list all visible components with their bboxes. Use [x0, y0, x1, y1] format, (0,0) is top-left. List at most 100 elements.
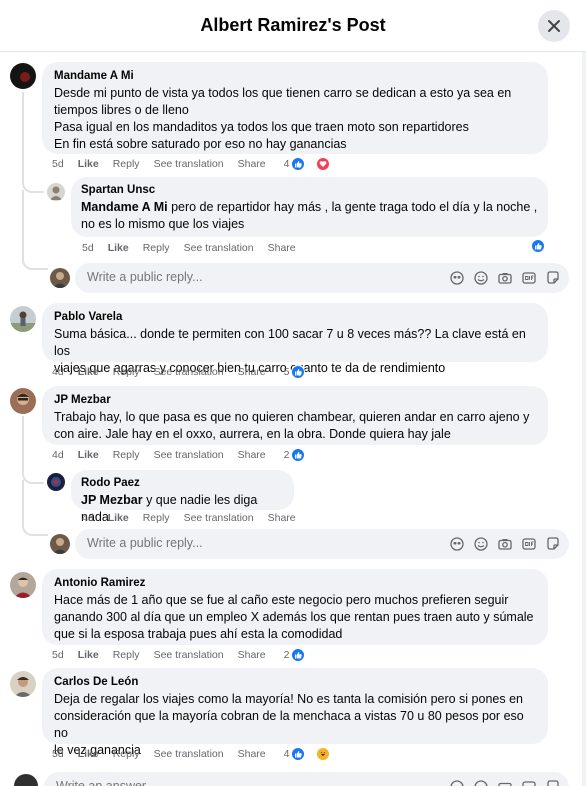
avatar-sticker-icon[interactable] — [449, 536, 465, 552]
scrollbar[interactable] — [582, 52, 586, 786]
current-user-avatar — [14, 774, 38, 786]
composer-icons — [441, 779, 561, 786]
comment-line: Hace más de 1 año que se fue al caño est… — [54, 593, 509, 607]
share-button[interactable]: Share — [238, 366, 266, 378]
reply-button[interactable]: Reply — [113, 366, 140, 378]
comment-bubble: JP Mezbar Trabajo hay, lo que pasa es qu… — [42, 386, 548, 445]
share-button[interactable]: Share — [238, 748, 266, 760]
comment-bubble: Pablo Varela Suma básica... donde te per… — [42, 303, 548, 375]
like-reaction-icon — [291, 448, 306, 462]
like-reaction-icon — [291, 157, 306, 171]
comment-timestamp[interactable]: 5d — [82, 242, 94, 254]
mention-link[interactable]: JP Mezbar — [81, 493, 143, 507]
comment-timestamp[interactable]: 5d — [52, 649, 64, 661]
camera-icon[interactable] — [497, 270, 513, 286]
emoji-icon[interactable] — [473, 536, 489, 552]
comment-timestamp[interactable]: 4d — [52, 449, 64, 461]
see-translation-link[interactable]: See translation — [184, 242, 254, 254]
answer-input[interactable] — [56, 779, 356, 786]
reply-line: pero de repartidor hay más , la gente tr… — [167, 200, 538, 214]
reply-author[interactable]: Spartan Unsc — [81, 183, 538, 197]
share-button[interactable]: Share — [238, 449, 266, 461]
avatar[interactable] — [47, 183, 65, 201]
comment-actions: 5d Like Reply See translation Share 4 — [52, 156, 358, 172]
see-translation-link[interactable]: See translation — [154, 366, 224, 378]
sticker-icon[interactable] — [545, 270, 561, 286]
like-button[interactable]: Like — [78, 748, 99, 760]
emoji-icon[interactable] — [473, 779, 489, 786]
gif-icon[interactable] — [521, 536, 537, 552]
camera-icon[interactable] — [497, 536, 513, 552]
reply-input[interactable] — [87, 270, 387, 284]
reply-composer — [75, 529, 569, 559]
emoji-icon[interactable] — [473, 270, 489, 286]
reply-button[interactable]: Reply — [113, 649, 140, 661]
gif-icon[interactable] — [521, 270, 537, 286]
comment-line: Trabajo hay, lo que pasa es que no quier… — [54, 410, 530, 424]
reaction-summary[interactable]: 2 — [284, 648, 320, 662]
avatar[interactable] — [47, 473, 65, 491]
post-dialog-header: Albert Ramirez's Post — [0, 0, 586, 52]
comment-timestamp[interactable]: 4d — [52, 366, 64, 378]
comment-actions: 5d Like Reply See translation Share 2 — [52, 647, 333, 663]
avatar-sticker-icon[interactable] — [449, 779, 465, 786]
share-button[interactable]: Share — [238, 158, 266, 170]
close-button[interactable] — [538, 10, 570, 42]
reaction-summary[interactable]: 5 — [284, 365, 320, 379]
avatar-sticker-icon[interactable] — [449, 270, 465, 286]
see-translation-link[interactable]: See translation — [154, 158, 224, 170]
comment-author[interactable]: Pablo Varela — [54, 310, 536, 324]
reaction-summary[interactable]: 4 — [284, 157, 345, 171]
mention-link[interactable]: Mandame A Mi — [81, 200, 168, 214]
like-button[interactable]: Like — [78, 649, 99, 661]
current-user-avatar — [50, 534, 70, 554]
see-translation-link[interactable]: See translation — [154, 649, 224, 661]
reaction-count: 4 — [283, 158, 290, 170]
comment-timestamp[interactable]: 5d — [52, 748, 64, 760]
like-reaction-icon — [291, 365, 306, 379]
like-button[interactable]: Like — [108, 512, 129, 524]
share-button[interactable]: Share — [268, 512, 296, 524]
gif-icon[interactable] — [521, 779, 537, 786]
comment-author[interactable]: Antonio Ramirez — [54, 576, 536, 590]
see-translation-link[interactable]: See translation — [184, 512, 254, 524]
sticker-icon[interactable] — [545, 536, 561, 552]
comment-author[interactable]: Mandame A Mi — [54, 69, 536, 83]
comment-actions: 4d Like Reply See translation Share 2 — [52, 447, 333, 463]
reply-button[interactable]: Reply — [143, 242, 170, 254]
comment-line: Suma básica... donde te permiten con 100… — [54, 327, 526, 358]
comment-line: Pasa igual en los mandaditos ya todos lo… — [54, 120, 469, 134]
comment-line: con aire. Jale hay en el oxxo, aurrera, … — [54, 427, 451, 441]
avatar[interactable] — [10, 388, 36, 414]
avatar[interactable] — [10, 572, 36, 598]
current-user-avatar — [50, 268, 70, 288]
sticker-icon[interactable] — [545, 779, 561, 786]
like-button[interactable]: Like — [108, 242, 129, 254]
comment-timestamp[interactable]: 5d — [52, 158, 64, 170]
camera-icon[interactable] — [497, 779, 513, 786]
reply-author[interactable]: Rodo Paez — [81, 476, 284, 490]
like-button[interactable]: Like — [78, 449, 99, 461]
reply-button[interactable]: Reply — [143, 512, 170, 524]
share-button[interactable]: Share — [238, 649, 266, 661]
reply-input[interactable] — [87, 536, 387, 550]
share-button[interactable]: Share — [268, 242, 296, 254]
like-reaction-icon[interactable] — [531, 239, 545, 253]
comment-timestamp[interactable]: 4d — [82, 512, 94, 524]
like-button[interactable]: Like — [78, 158, 99, 170]
avatar[interactable] — [10, 306, 36, 332]
answer-composer — [44, 772, 569, 786]
comment-author[interactable]: JP Mezbar — [54, 393, 536, 407]
reaction-summary[interactable]: 4 — [284, 747, 345, 761]
reply-button[interactable]: Reply — [113, 158, 140, 170]
love-reaction-icon — [316, 157, 331, 171]
reaction-summary[interactable]: 2 — [284, 448, 320, 462]
comment-author[interactable]: Carlos De León — [54, 675, 536, 689]
see-translation-link[interactable]: See translation — [154, 748, 224, 760]
avatar[interactable] — [10, 63, 36, 89]
avatar[interactable] — [10, 671, 36, 697]
see-translation-link[interactable]: See translation — [154, 449, 224, 461]
reply-button[interactable]: Reply — [113, 449, 140, 461]
like-button[interactable]: Like — [78, 366, 99, 378]
reply-button[interactable]: Reply — [113, 748, 140, 760]
